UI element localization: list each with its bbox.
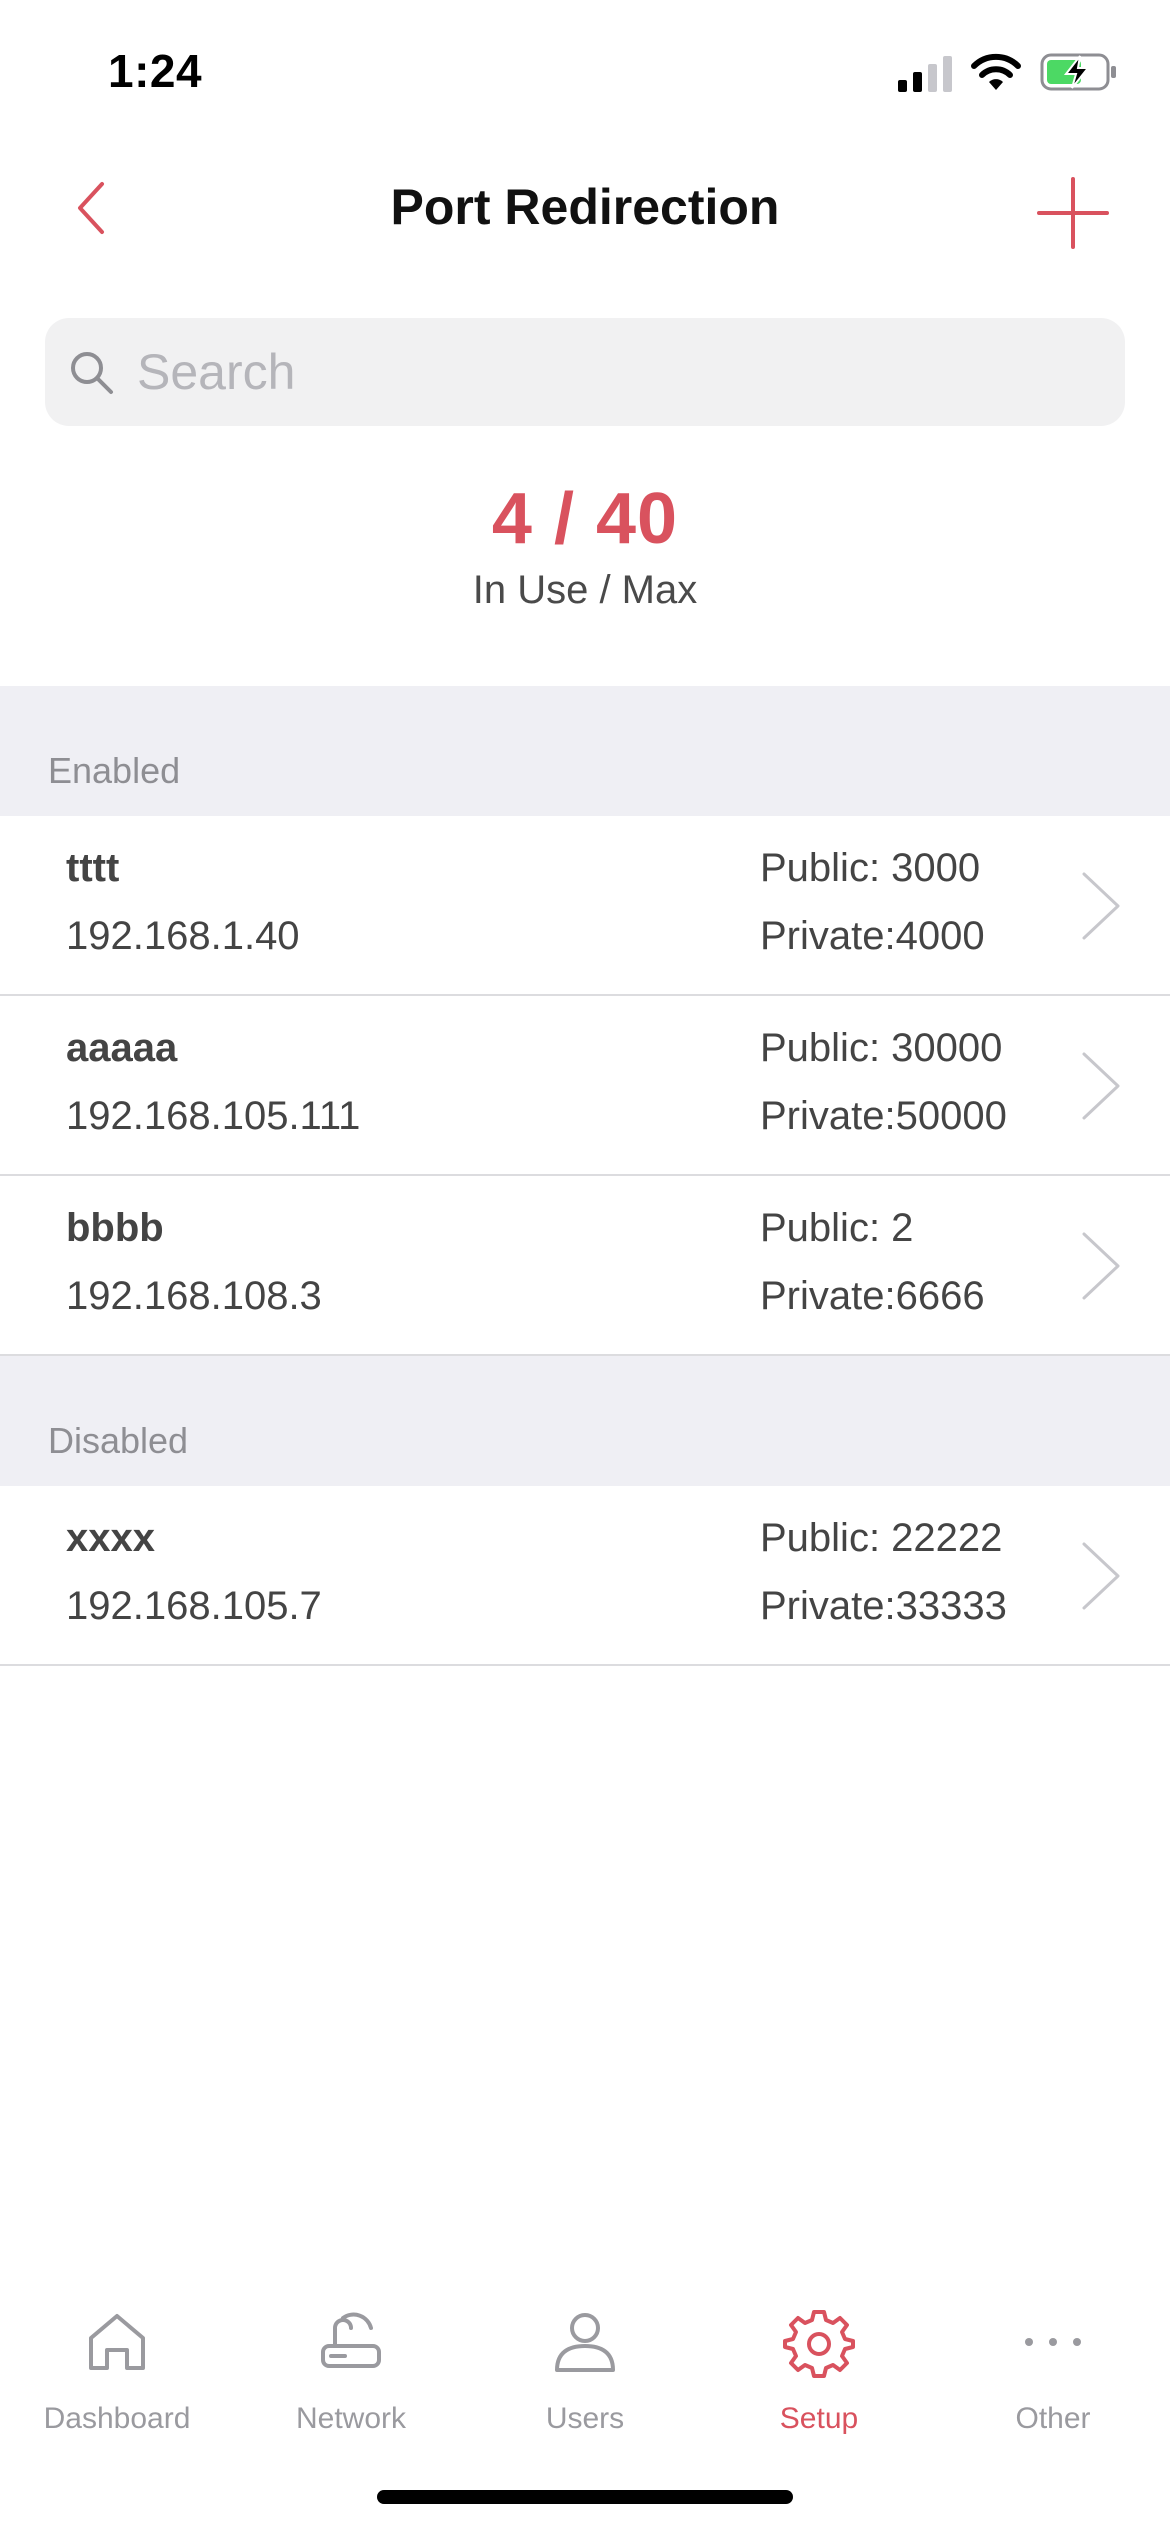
rule-ip: 192.168.108.3	[66, 1274, 322, 1318]
search-bar[interactable]	[45, 318, 1125, 426]
rule-ip: 192.168.1.40	[66, 914, 300, 958]
section-label: Disabled	[48, 1420, 189, 1461]
nav-bar: Port Redirection	[0, 140, 1170, 290]
rule-name: xxxx	[66, 1516, 155, 1560]
home-indicator[interactable]	[377, 2490, 793, 2504]
tab-label: Dashboard	[43, 2402, 191, 2435]
rule-ip: 192.168.105.7	[66, 1584, 322, 1628]
screen: 1:24 Port Redirection Search 4 / 40 In U…	[0, 0, 1170, 2532]
list-item[interactable]: bbbb 192.168.108.3 Public: 2 Private:666…	[0, 1176, 1170, 1356]
user-icon	[555, 2313, 615, 2372]
tab-setup[interactable]: Setup	[702, 2306, 936, 2466]
list-item[interactable]: aaaaa 192.168.105.111 Public: 30000 Priv…	[0, 996, 1170, 1176]
chevron-right-icon	[1082, 872, 1120, 940]
usage-count: 4 / 40	[491, 479, 679, 559]
list-item[interactable]: tttt 192.168.1.40 Public: 3000 Private:4…	[0, 816, 1170, 996]
tab-label: Users	[545, 2402, 625, 2435]
cellular-signal-icon	[898, 52, 952, 92]
status-bar: 1:24	[0, 0, 1170, 140]
tab-network[interactable]: Network	[234, 2306, 468, 2466]
chevron-right-icon	[1082, 1542, 1120, 1610]
gear-icon	[783, 2310, 855, 2378]
home-icon	[89, 2314, 145, 2370]
search-input[interactable]	[137, 343, 1037, 401]
chevron-right-icon	[1082, 1232, 1120, 1300]
tab-users[interactable]: Users	[468, 2306, 702, 2466]
list-item[interactable]: xxxx 192.168.105.7 Public: 22222 Private…	[0, 1486, 1170, 1666]
add-rule-button[interactable]	[1028, 168, 1118, 258]
router-icon	[321, 2312, 381, 2368]
rule-private-port: Private:6666	[760, 1274, 985, 1318]
rule-name: bbbb	[66, 1206, 164, 1250]
section-label: Enabled	[48, 750, 181, 791]
plus-icon	[1037, 177, 1109, 249]
rule-public-port: Public: 2	[760, 1206, 914, 1250]
rule-public-port: Public: 30000	[760, 1026, 1003, 1070]
rule-private-port: Private:50000	[760, 1094, 1007, 1138]
usage-label: In Use / Max	[472, 568, 698, 612]
section-header-disabled: Disabled	[0, 1356, 1170, 1486]
rule-name: aaaaa	[66, 1026, 178, 1070]
tab-label: Network	[295, 2402, 407, 2435]
rule-public-port: Public: 22222	[760, 1516, 1003, 1560]
rule-private-port: Private:33333	[760, 1584, 1007, 1628]
status-time: 1:24	[108, 45, 203, 97]
more-icon	[1025, 2338, 1081, 2346]
tab-label: Setup	[779, 2402, 859, 2435]
section-header-enabled: Enabled	[0, 686, 1170, 816]
page-title: Port Redirection	[390, 179, 780, 235]
tab-label: Other	[1015, 2402, 1091, 2435]
battery-charging-icon	[1040, 53, 1116, 91]
status-icons	[898, 50, 1118, 94]
rule-name: tttt	[66, 846, 120, 890]
rule-ip: 192.168.105.111	[66, 1094, 361, 1138]
chevron-right-icon	[1082, 1052, 1120, 1120]
wifi-icon	[971, 53, 1021, 90]
search-icon	[71, 352, 113, 394]
tab-other[interactable]: Other	[936, 2306, 1170, 2466]
tab-dashboard[interactable]: Dashboard	[0, 2306, 234, 2466]
rule-public-port: Public: 3000	[760, 846, 981, 890]
rule-private-port: Private:4000	[760, 914, 985, 958]
usage-summary: 4 / 40 In Use / Max	[0, 478, 1170, 613]
